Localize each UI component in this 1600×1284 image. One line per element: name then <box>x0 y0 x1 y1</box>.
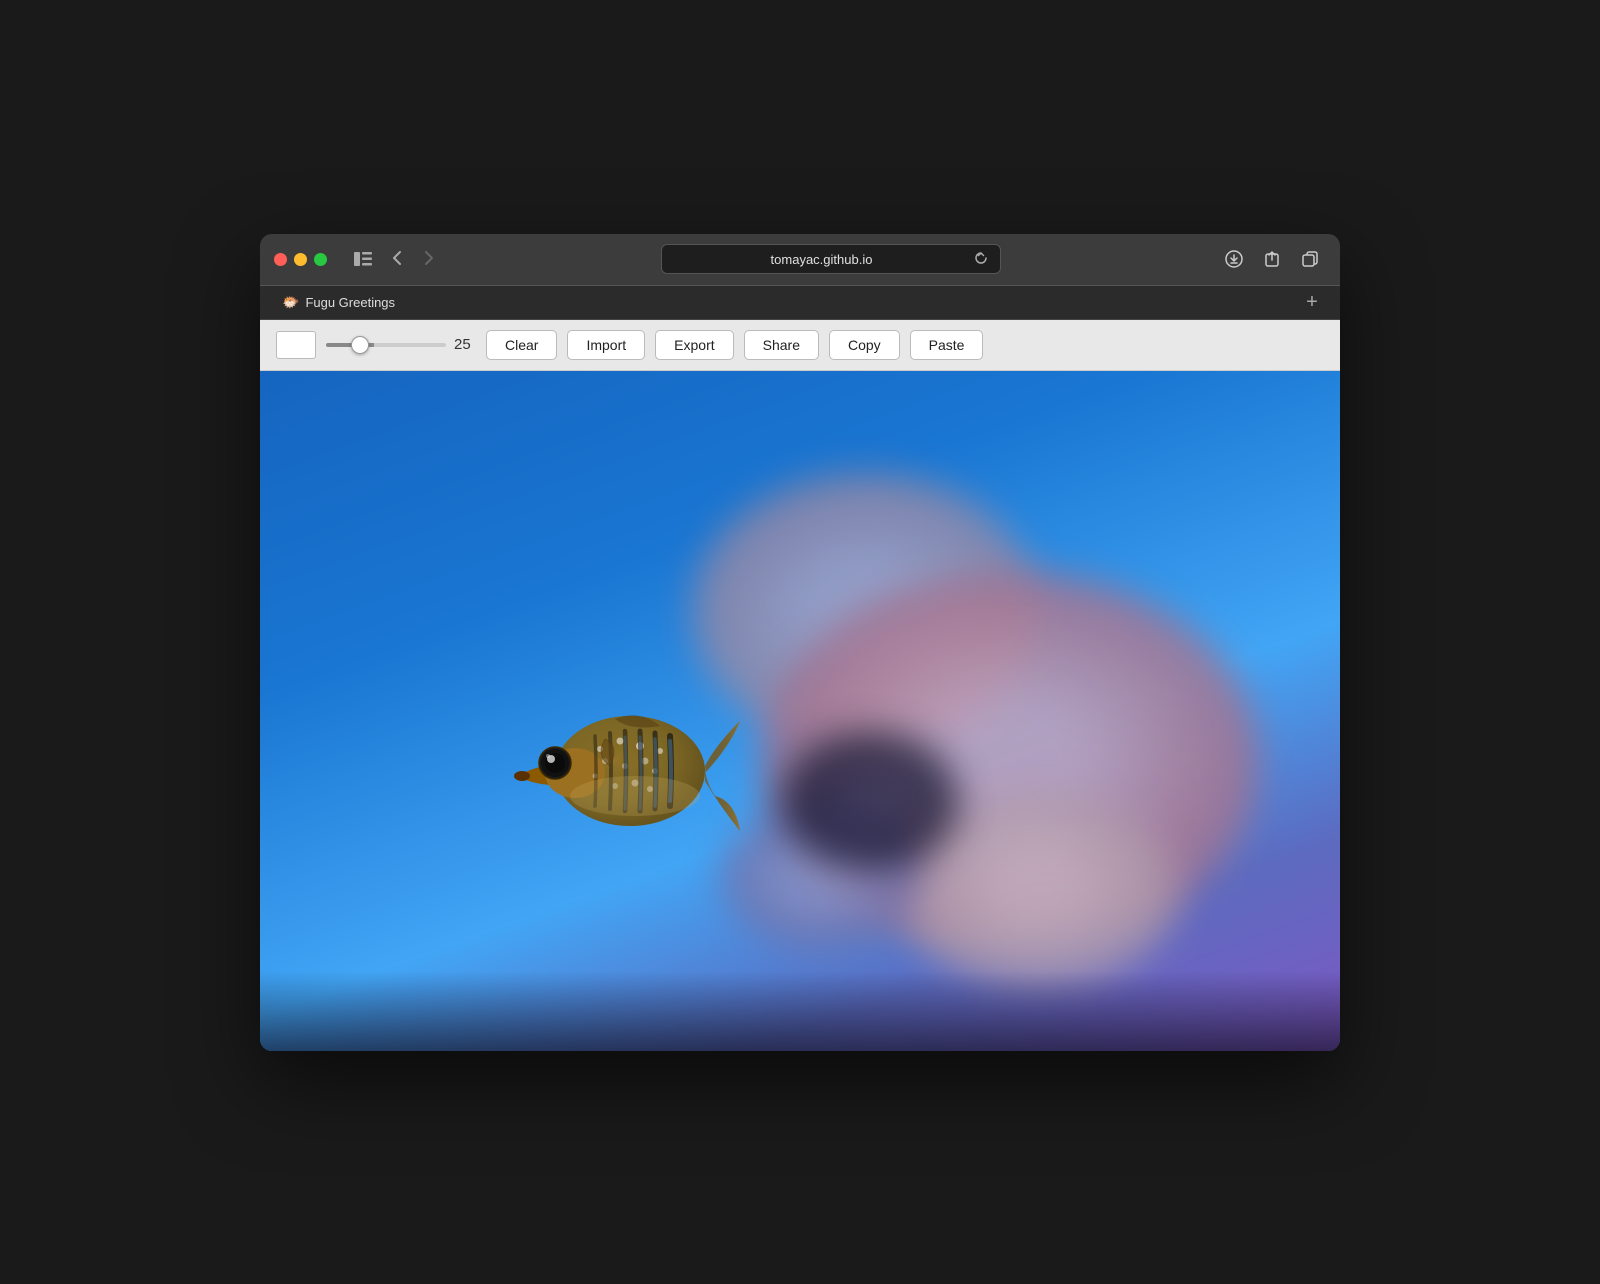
canvas-area[interactable] <box>260 371 1340 1051</box>
close-button[interactable] <box>274 253 287 266</box>
fish-image <box>480 591 760 956</box>
copy-button[interactable]: Copy <box>829 330 900 360</box>
brush-size-slider[interactable] <box>326 343 446 347</box>
maximize-button[interactable] <box>314 253 327 266</box>
title-bar: tomayac.github.io <box>260 234 1340 286</box>
app-toolbar: 25 Clear Import Export Share Copy Paste <box>260 320 1340 371</box>
tabs-button[interactable] <box>1294 245 1326 273</box>
minimize-button[interactable] <box>294 253 307 266</box>
brush-size-control: 25 <box>326 336 476 353</box>
address-bar[interactable]: tomayac.github.io <box>661 244 1001 274</box>
brush-size-value: 25 <box>454 336 476 353</box>
share-action-button[interactable] <box>1256 245 1288 273</box>
forward-button[interactable] <box>415 247 443 269</box>
scene <box>260 371 1340 1051</box>
address-bar-wrap: tomayac.github.io <box>453 244 1208 274</box>
import-button[interactable]: Import <box>567 330 645 360</box>
paste-button[interactable]: Paste <box>910 330 984 360</box>
active-tab[interactable]: 🐡 Fugu Greetings <box>274 290 403 315</box>
nav-buttons <box>343 247 443 271</box>
sidebar-toggle-button[interactable] <box>347 247 379 271</box>
color-picker[interactable] <box>276 331 316 359</box>
clear-button[interactable]: Clear <box>486 330 557 360</box>
browser-window: tomayac.github.io <box>260 234 1340 1051</box>
bottom-gradient <box>260 971 1340 1051</box>
traffic-lights <box>274 253 327 266</box>
download-button[interactable] <box>1218 245 1250 273</box>
browser-actions <box>1218 245 1326 273</box>
url-text: tomayac.github.io <box>672 252 972 267</box>
share-button[interactable]: Share <box>744 330 819 360</box>
coral-dark-shadow <box>780 731 960 871</box>
tab-title: Fugu Greetings <box>305 295 395 310</box>
tab-favicon: 🐡 <box>282 294 299 311</box>
back-button[interactable] <box>383 247 411 269</box>
reload-button[interactable] <box>972 251 990 268</box>
tab-bar: 🐡 Fugu Greetings + <box>260 286 1340 320</box>
export-button[interactable]: Export <box>655 330 733 360</box>
new-tab-button[interactable]: + <box>1298 288 1326 316</box>
